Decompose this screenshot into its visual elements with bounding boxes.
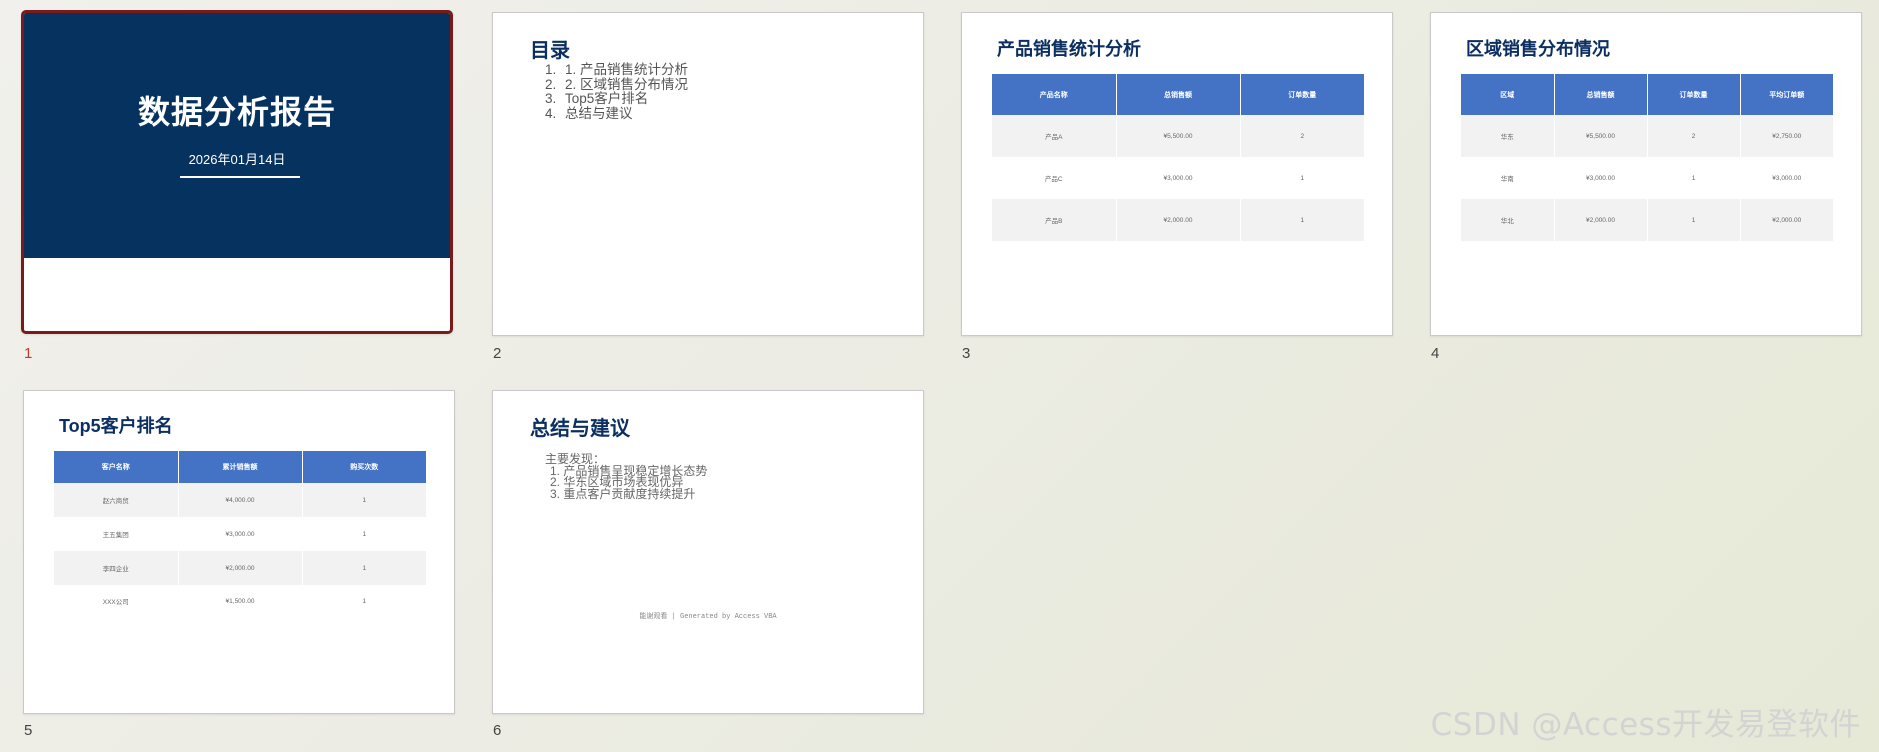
slide-2-title: 目录	[530, 40, 570, 62]
table-row: 王五集团 ¥3,000.00 1	[54, 517, 426, 551]
table-header-cell: 总销售额	[1554, 74, 1648, 115]
table-header-cell: 订单数量	[1240, 74, 1364, 115]
slide-number-3: 3	[962, 345, 971, 362]
toc-item: 2. 2. 区域销售分布情况	[545, 76, 689, 92]
table-header-cell: 客户名称	[54, 451, 179, 483]
table-row: 产品C ¥3,000.00 1	[992, 157, 1364, 199]
toc-item: 1. 1. 产品销售统计分析	[545, 62, 689, 77]
title-band	[24, 13, 450, 258]
watermark: CSDN @Access开发易登软件	[1430, 707, 1861, 743]
toc-item: 4. 总结与建议	[545, 105, 633, 121]
slide-thumbnail-6[interactable]: 总结与建议 主要发现： 1. 产品销售呈现稳定增长态势 2. 华东区域市场表现优…	[492, 390, 924, 714]
slide-number-6: 6	[493, 722, 502, 739]
slide-6-footer: 能谢观看 | Generated by Access VBA	[639, 613, 777, 621]
toc-item: 3. Top5客户排名	[545, 91, 649, 106]
table-row: 赵六商贸 ¥4,000.00 1	[54, 483, 426, 517]
table-row: 华南 ¥3,000.00 1 ¥3,000.00	[1461, 157, 1833, 199]
table-header-cell: 购买次数	[302, 451, 426, 483]
slide-number-4: 4	[1431, 345, 1440, 362]
slide-4-title: 区域销售分布情况	[1466, 39, 1610, 59]
finding-item: 3. 重点客户贡献度持续提升	[550, 486, 696, 501]
slide-5-title: Top5客户排名	[59, 416, 173, 436]
slide-6-title: 总结与建议	[530, 418, 630, 440]
table-row: 华东 ¥5,500.00 2 ¥2,750.00	[1461, 115, 1833, 157]
table-header-cell: 区域	[1461, 74, 1555, 115]
toc-list: 1. 1. 产品销售统计分析 2. 2. 区域销售分布情况 3. Top5客户排名 4…	[545, 62, 689, 121]
slide-3-title: 产品销售统计分析	[997, 39, 1141, 59]
slide-thumbnail-5[interactable]: Top5客户排名 客户名称 累计销售额 购买次数 赵六商贸 ¥4,000.00 1 …	[23, 390, 455, 714]
table-row: 产品A ¥5,500.00 2	[992, 115, 1364, 157]
table-header-cell: 产品名称	[992, 74, 1117, 115]
slide-number-5: 5	[24, 722, 33, 739]
slide-number-1: 1	[24, 345, 33, 362]
table-header-cell: 累计销售额	[178, 451, 303, 483]
table-row: XXX公司 ¥1,500.00 1	[54, 585, 426, 617]
top5-customers-table: 客户名称 累计销售额 购买次数 赵六商贸 ¥4,000.00 1 王五集团 ¥3,00…	[54, 451, 426, 617]
table-row: 华北 ¥2,000.00 1 ¥2,000.00	[1461, 199, 1833, 241]
product-sales-table: 产品名称 总销售额 订单数量 产品A ¥5,500.00 2 产品C ¥3,000.0…	[992, 74, 1364, 241]
title-underline	[180, 176, 300, 178]
slide-thumbnail-2[interactable]: 目录 1. 1. 产品销售统计分析 2. 2. 区域销售分布情况 3. Top5客户排…	[492, 12, 924, 336]
table-header-cell: 平均订单额	[1740, 74, 1833, 115]
table-header-cell: 订单数量	[1647, 74, 1741, 115]
slide-thumbnail-4[interactable]: 区域销售分布情况 区域 总销售额 订单数量 平均订单额 华东 ¥5,500.00 2…	[1430, 12, 1862, 336]
table-row: 李四企业 ¥2,000.00 1	[54, 551, 426, 585]
slide-thumbnail-1[interactable]: 数据分析报告 2026年01月14日	[21, 10, 453, 334]
slide-1-date: 2026年01月14日	[188, 152, 286, 167]
slide-number-2: 2	[493, 345, 502, 362]
slide-thumbnail-3[interactable]: 产品销售统计分析 产品名称 总销售额 订单数量 产品A ¥5,500.00 2 产品…	[961, 12, 1393, 336]
slide-1-title: 数据分析报告	[137, 94, 336, 130]
table-row: 产品B ¥2,000.00 1	[992, 199, 1364, 241]
table-header-cell: 总销售额	[1116, 74, 1241, 115]
summary-findings: 主要发现： 1. 产品销售呈现稳定增长态势 2. 华东区域市场表现优异 3. 重…	[545, 453, 707, 501]
region-sales-table: 区域 总销售额 订单数量 平均订单额 华东 ¥5,500.00 2 ¥2,750.00…	[1461, 74, 1833, 241]
